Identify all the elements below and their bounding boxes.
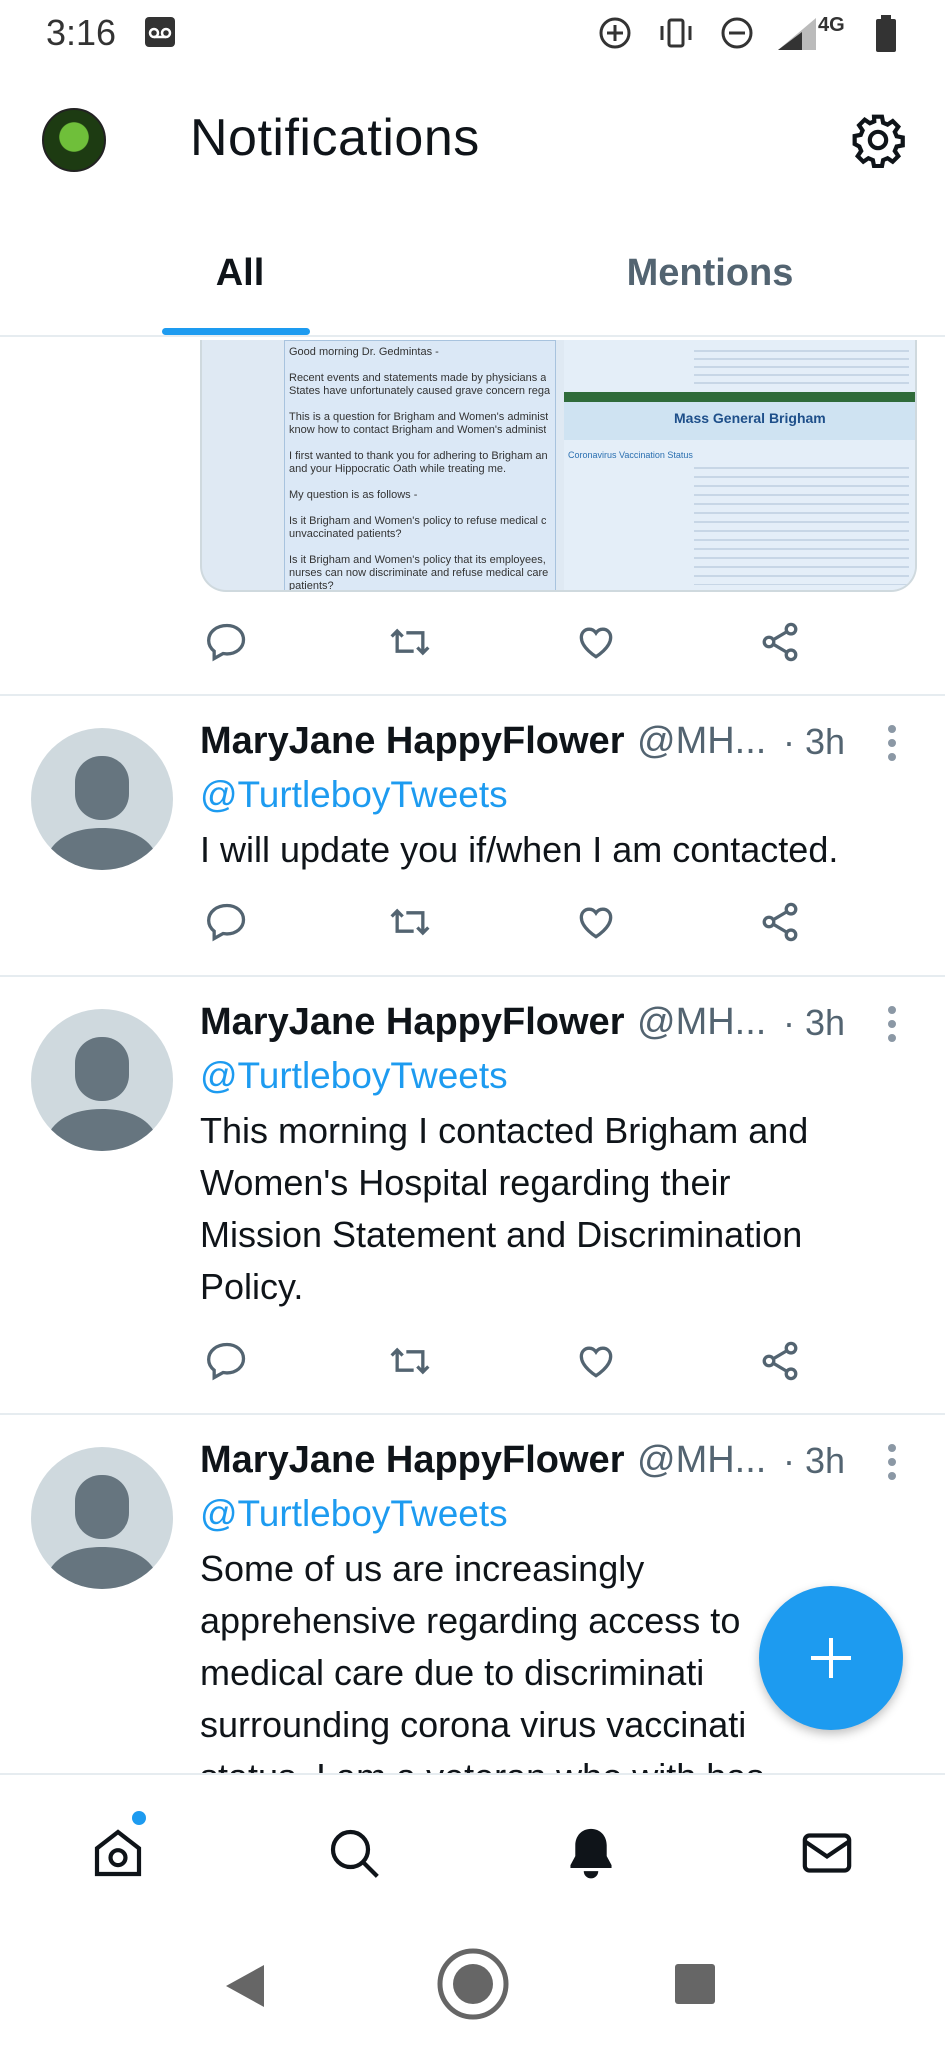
page-text-lines: [694, 460, 909, 585]
user-avatar[interactable]: [31, 1447, 173, 1589]
voicemail-icon: [145, 17, 175, 47]
site-subtitle: Coronavirus Vaccination Status: [568, 450, 693, 460]
letter-line: Recent events and statements made by phy…: [289, 372, 547, 384]
do-not-disturb-icon: [721, 17, 753, 49]
letter-line: know how to contact Brigham and Women's …: [289, 424, 547, 436]
user-avatar[interactable]: [31, 728, 173, 870]
author-name[interactable]: MaryJane HappyFlower: [200, 720, 624, 763]
like-icon[interactable]: [574, 620, 618, 664]
messages-icon[interactable]: [798, 1825, 856, 1881]
letter-line: nurses can now discriminate and refuse m…: [289, 567, 549, 579]
letter-line: My question is as follows -: [289, 489, 418, 501]
reply-icon[interactable]: [205, 620, 249, 664]
data-saver-icon: [599, 17, 631, 49]
home-icon[interactable]: [90, 1825, 146, 1881]
home-badge: [132, 1811, 146, 1825]
tweet-text-line: I will update you if/when I am contacted…: [200, 829, 839, 870]
page-text-lines: [694, 344, 909, 388]
like-icon[interactable]: [574, 1339, 618, 1383]
tweet-text-line: status. I am a veteran who with has: [200, 1751, 945, 1773]
retweet-icon[interactable]: [388, 620, 432, 664]
plus-icon: [811, 1638, 851, 1678]
retweet-icon[interactable]: [388, 1339, 432, 1383]
tweet-text: This morning I contacted Brigham and Wom…: [200, 1105, 945, 1313]
tweet-time[interactable]: · 3h: [783, 1440, 845, 1482]
letter-line: Is it Brigham and Women's policy to refu…: [289, 515, 547, 527]
default-avatar-icon: [43, 1475, 161, 1589]
more-options-icon[interactable]: [887, 1005, 897, 1043]
letter-line: I first wanted to thank you for adhering…: [289, 450, 548, 462]
reply-to-mention[interactable]: @TurtleboyTweets: [200, 774, 508, 816]
vibrate-icon: [660, 18, 692, 48]
share-icon[interactable]: [758, 1339, 802, 1383]
tweet-actions: [0, 900, 945, 948]
media-image-letter[interactable]: Good morning Dr. Gedmintas - Recent even…: [284, 340, 556, 592]
tweet-time[interactable]: · 3h: [783, 1002, 845, 1044]
signal-icon: [778, 18, 816, 50]
share-icon[interactable]: [758, 620, 802, 664]
site-title: Mass General Brigham: [674, 410, 826, 426]
reply-icon[interactable]: [205, 1339, 249, 1383]
letter-line: patients?: [289, 580, 334, 592]
status-time: 3:16: [46, 12, 117, 53]
tweet[interactable]: MaryJane HappyFlower @MH... · 3h @Turtle…: [0, 696, 945, 974]
recents-icon[interactable]: [674, 1963, 716, 2005]
compose-tweet-button[interactable]: [759, 1586, 903, 1730]
reply-to-mention[interactable]: @TurtleboyTweets: [200, 1493, 508, 1535]
author-handle[interactable]: @MH...: [637, 720, 766, 763]
user-avatar[interactable]: [31, 1009, 173, 1151]
letter-line: This is a question for Brigham and Women…: [289, 411, 549, 423]
tweet-actions: [0, 620, 945, 668]
author-handle[interactable]: @MH...: [637, 1001, 766, 1044]
retweet-icon[interactable]: [388, 900, 432, 944]
default-avatar-icon: [43, 756, 161, 870]
letter-line: unvaccinated patients?: [289, 528, 402, 540]
tweet-actions: [0, 1339, 945, 1387]
system-nav: [0, 1923, 945, 2048]
bottom-nav: [0, 1773, 945, 1925]
share-icon[interactable]: [758, 900, 802, 944]
tweet-text-line: Women's Hospital regarding their: [200, 1162, 731, 1203]
tweet-text: I will update you if/when I am contacted…: [200, 824, 945, 876]
author-name[interactable]: MaryJane HappyFlower: [200, 1001, 624, 1044]
tweet-text-line: Policy.: [200, 1266, 304, 1307]
search-icon[interactable]: [326, 1825, 382, 1881]
tweet-time[interactable]: · 3h: [783, 721, 845, 763]
tab-divider: [0, 335, 945, 337]
reply-icon[interactable]: [205, 900, 249, 944]
tab-mentions[interactable]: Mentions: [600, 252, 820, 295]
author-name[interactable]: MaryJane HappyFlower: [200, 1439, 624, 1482]
letter-line: States have unfortunately caused grave c…: [289, 385, 551, 397]
more-options-icon[interactable]: [887, 1443, 897, 1481]
media-image-website[interactable]: Mass General Brigham Coronavirus Vaccina…: [564, 340, 915, 590]
letter-line: Good morning Dr. Gedmintas -: [289, 346, 439, 358]
reply-to-mention[interactable]: @TurtleboyTweets: [200, 1055, 508, 1097]
tab-all[interactable]: All: [160, 252, 320, 295]
more-options-icon[interactable]: [887, 724, 897, 762]
letter-line: and your Hippocratic Oath while treating…: [289, 463, 507, 475]
profile-avatar[interactable]: [42, 108, 106, 172]
page-title: Notifications: [190, 109, 480, 167]
gear-icon[interactable]: [850, 112, 906, 168]
tweet[interactable]: MaryJane HappyFlower @MH... · 3h @Turtle…: [0, 977, 945, 1413]
like-icon[interactable]: [574, 900, 618, 944]
letter-line: Is it Brigham and Women's policy that it…: [289, 554, 546, 566]
tweet-text-line: Mission Statement and Discrimination: [200, 1214, 803, 1255]
tweet-text-line: This morning I contacted Brigham and: [200, 1110, 809, 1151]
status-bar: 3:16 4G: [0, 0, 945, 70]
tab-indicator: [162, 328, 310, 335]
home-circle-icon[interactable]: [436, 1947, 510, 2021]
network-type: 4G: [818, 14, 845, 36]
battery-icon: [876, 15, 896, 52]
author-handle[interactable]: @MH...: [637, 1439, 766, 1482]
default-avatar-icon: [43, 1037, 161, 1151]
tweet-media-preview[interactable]: Good morning Dr. Gedmintas - Recent even…: [200, 340, 917, 592]
notifications-bell-icon[interactable]: [562, 1823, 620, 1883]
browser-bar: [564, 392, 915, 402]
back-icon[interactable]: [224, 1963, 268, 2009]
